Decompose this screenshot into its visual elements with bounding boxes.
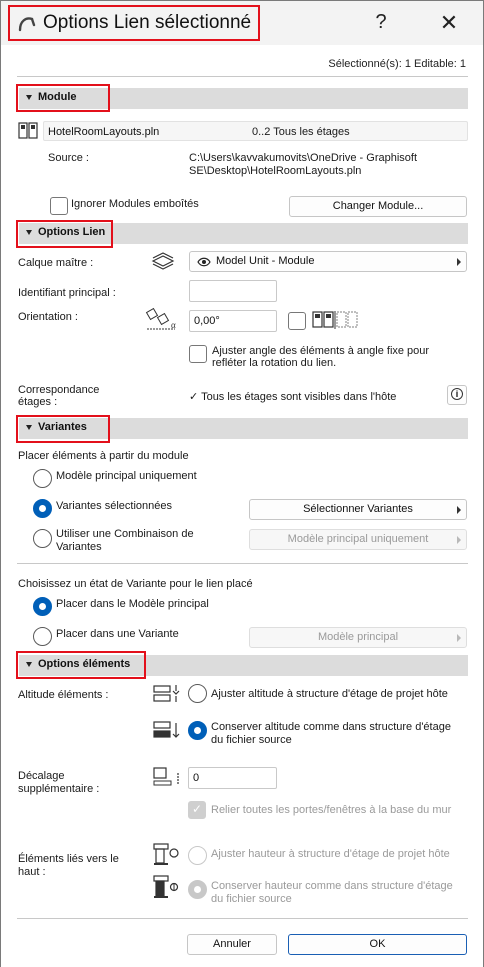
orientation-label: Orientation : <box>18 311 78 323</box>
elevation-adjust-radio[interactable] <box>188 684 207 703</box>
variant-dropdown[interactable]: Modèle principal <box>249 627 467 648</box>
variants-highlight-box <box>16 415 110 443</box>
height-adjust-radio[interactable] <box>188 846 207 865</box>
place-in-variant-radio[interactable] <box>33 627 52 646</box>
variant-combination-line1: Utiliser une Combinaison de <box>56 528 194 540</box>
master-layer-dropdown[interactable]: Model Unit - Module <box>189 251 467 272</box>
divider <box>17 76 468 77</box>
linked-top-label-line2: haut : <box>18 866 46 878</box>
variant-combination-line2: Variantes <box>56 541 102 553</box>
elevation-keep-line1: Conserver altitude comme dans structure … <box>211 721 451 733</box>
chevron-right-icon <box>457 536 461 544</box>
place-in-main-model-label: Placer dans le Modèle principal <box>56 598 209 610</box>
elevation-label: Altitude éléments : <box>18 689 109 701</box>
height-keep-line2: du fichier source <box>211 893 292 905</box>
offset-icon <box>153 767 179 786</box>
divider <box>17 563 468 564</box>
module-stories: 0..2 Tous les étages <box>252 126 350 138</box>
variant-combination-radio[interactable] <box>33 529 52 548</box>
layer-icon <box>151 252 175 270</box>
source-path-line1: C:\Users\kavvakumovits\OneDrive - Graphi… <box>189 152 418 164</box>
chevron-right-icon <box>457 258 461 266</box>
eye-icon <box>197 257 211 267</box>
story-match-label-line1: Correspondance <box>18 384 100 396</box>
main-model-only-radio[interactable] <box>33 469 52 488</box>
help-button[interactable]: ? <box>371 11 391 34</box>
adjust-angle-line2: refléter la rotation du lien. <box>212 357 337 369</box>
main-model-only-label: Modèle principal uniquement <box>56 470 197 482</box>
main-id-label: Identifiant principal : <box>18 287 116 299</box>
divider <box>17 918 468 919</box>
orientation-input[interactable]: 0,00° <box>189 310 277 332</box>
offset-label-line1: Décalage <box>18 770 65 782</box>
adjust-angle-line1: Ajuster angle des éléments à angle fixe … <box>212 345 430 357</box>
close-button[interactable]: ✕ <box>437 10 461 36</box>
chevron-right-icon <box>457 506 461 514</box>
mirror-checkbox[interactable] <box>288 312 306 330</box>
chevron-right-icon <box>457 634 461 642</box>
element-options-highlight-box <box>16 651 146 679</box>
ok-button[interactable]: OK <box>288 934 467 955</box>
title-highlight-box <box>8 5 260 41</box>
source-label: Source : <box>48 152 89 164</box>
relink-doors-label: Relier toutes les portes/fenêtres à la b… <box>211 804 452 816</box>
cancel-button[interactable]: Annuler <box>187 934 277 955</box>
dialog-window: Options Lien sélectionné ? ✕ Sélectionné… <box>0 0 484 967</box>
place-in-main-model-radio[interactable] <box>33 597 52 616</box>
elevation-keep-icon <box>153 721 180 738</box>
story-match-value: ✓ Tous les étages sont visibles dans l'h… <box>189 391 397 403</box>
height-adjust-icon <box>153 843 179 865</box>
combination-dropdown[interactable]: Modèle principal uniquement <box>249 529 467 550</box>
height-keep-line1: Conserver hauteur comme dans structure d… <box>211 880 453 892</box>
main-id-input[interactable] <box>189 280 277 302</box>
ignore-nested-modules-checkbox[interactable] <box>50 197 68 215</box>
change-module-button[interactable]: Changer Module... <box>289 196 467 217</box>
svg-text:α: α <box>171 320 176 330</box>
height-keep-icon <box>153 875 179 898</box>
select-variants-button[interactable]: Sélectionner Variantes <box>249 499 467 520</box>
height-adjust-label: Ajuster hauteur à structure d'étage de p… <box>211 848 450 860</box>
master-layer-label: Calque maître : <box>18 257 94 269</box>
link-options-highlight-box <box>16 220 113 248</box>
linked-top-label-line1: Éléments liés vers le <box>18 853 119 865</box>
offset-input[interactable]: 0 <box>188 767 277 789</box>
module-file-icon <box>18 122 38 139</box>
relink-doors-checkbox[interactable] <box>188 801 206 819</box>
source-path-line2: SE\Desktop\HotelRoomLayouts.pln <box>189 165 362 177</box>
place-from-label: Placer éléments à partir du module <box>18 450 189 462</box>
place-in-variant-label: Placer dans une Variante <box>56 628 179 640</box>
module-highlight-box <box>16 84 110 112</box>
info-icon: i <box>451 388 463 400</box>
elevation-keep-radio[interactable] <box>188 721 207 740</box>
title-bar: Options Lien sélectionné ? ✕ <box>1 1 483 45</box>
story-match-info-button[interactable]: i <box>447 385 467 405</box>
dialog-content: Sélectionné(s): 1 Editable: 1 Module Hot… <box>1 45 483 967</box>
elevation-keep-line2: du fichier source <box>211 734 292 746</box>
selected-variants-label: Variantes sélectionnées <box>56 500 172 512</box>
selection-info: Sélectionné(s): 1 Editable: 1 <box>328 58 466 70</box>
selected-variants-radio[interactable] <box>33 499 52 518</box>
offset-label-line2: supplémentaire : <box>18 783 100 795</box>
elevation-adjust-label: Ajuster altitude à structure d'étage de … <box>211 688 448 700</box>
mirror-module-icon <box>312 311 358 329</box>
ignore-nested-modules-label: Ignorer Modules emboîtés <box>71 198 199 210</box>
story-match-label-line2: étages : <box>18 396 58 408</box>
orientation-angle-icon: α <box>145 307 176 330</box>
height-keep-radio[interactable] <box>188 880 207 899</box>
variant-state-label: Choisissez un état de Variante pour le l… <box>18 578 253 590</box>
module-file-name: HotelRoomLayouts.pln <box>48 126 160 138</box>
elevation-adjust-icon <box>153 685 180 702</box>
adjust-angle-checkbox[interactable] <box>189 345 207 363</box>
